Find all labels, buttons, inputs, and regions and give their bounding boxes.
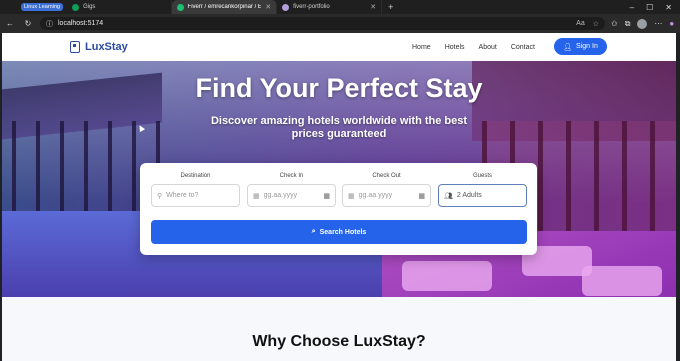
sign-in-label: Sign In — [576, 43, 598, 50]
main-nav: Home Hotels About Contact — [412, 33, 535, 61]
maximize-icon[interactable]: ☐ — [646, 3, 653, 12]
location-pin-icon: ⚲ — [157, 192, 163, 200]
gigs-favicon-icon — [72, 3, 80, 11]
tab-fiverr[interactable]: Fiverr / emrecankorpinar / Edit Gi... ✕ — [172, 0, 278, 14]
brand-logo[interactable]: LuxStay — [70, 41, 128, 53]
window-controls: – ☐ ✕ — [630, 3, 680, 12]
lounge-chair — [582, 266, 662, 296]
guests-field: Guests 👥︎ 2 Adults — [438, 173, 527, 207]
destination-placeholder: Where to? — [166, 192, 199, 199]
nav-home[interactable]: Home — [412, 44, 431, 51]
minimize-icon[interactable]: – — [630, 3, 634, 12]
copilot-icon[interactable]: ● — [669, 19, 674, 28]
search-icon: ⌕ — [311, 228, 316, 235]
more-menu-icon[interactable]: ⋯ — [654, 19, 662, 28]
site-info-icon[interactable]: ⓘ — [46, 19, 53, 29]
user-icon: 👤︎ — [563, 43, 573, 51]
calendar-icon: ▦ — [348, 192, 355, 200]
close-tab-icon[interactable]: ✕ — [265, 3, 271, 11]
favorite-star-icon[interactable]: ☆ — [593, 20, 599, 28]
brand-name: LuxStay — [85, 41, 128, 53]
close-tab-icon[interactable]: ✕ — [370, 3, 376, 11]
nav-about[interactable]: About — [479, 44, 497, 51]
site-header: LuxStay Home Hotels About Contact 👤︎ Sig… — [2, 33, 676, 61]
tab-label: fiverr-portfolio — [293, 4, 330, 10]
hero-section: Find Your Perfect Stay Discover amazing … — [2, 61, 676, 297]
url-text: localhost:5174 — [58, 20, 104, 27]
sign-in-button[interactable]: 👤︎ Sign In — [554, 38, 607, 55]
guests-input[interactable]: 👥︎ 2 Adults — [438, 184, 527, 207]
web-page: LuxStay Home Hotels About Contact 👤︎ Sig… — [2, 33, 676, 361]
checkin-input[interactable]: ▦ gg.aa.yyyy ▦ — [247, 184, 336, 207]
reload-icon[interactable]: ↻ — [22, 19, 34, 28]
date-picker-icon[interactable]: ▦ — [418, 192, 425, 200]
hero-subtitle: Discover amazing hotels worldwide with t… — [210, 115, 468, 140]
nav-contact[interactable]: Contact — [511, 44, 535, 51]
search-button-label: Search Hotels — [319, 228, 367, 236]
destination-input[interactable]: ⚲ Where to? — [151, 184, 240, 207]
fiverr-favicon-icon — [177, 3, 184, 11]
read-aloud-icon[interactable]: Aa — [576, 20, 585, 28]
browser-tab-strip: Linux Learning Gigs Fiverr / emrecankorp… — [0, 0, 680, 14]
checkin-label: Check In — [279, 173, 304, 179]
hotel-building-icon — [70, 41, 80, 53]
hero-title: Find Your Perfect Stay — [195, 73, 483, 103]
address-bar-row: ← ↻ ⓘ localhost:5174 Aa ☆ ✩ ⧉ ⋯ ● — [0, 14, 680, 33]
search-hotels-button[interactable]: ⌕ Search Hotels — [151, 220, 527, 244]
checkin-placeholder: gg.aa.yyyy — [263, 192, 298, 199]
why-heading: Why Choose LuxStay? — [252, 333, 426, 350]
close-window-icon[interactable]: ✕ — [665, 3, 672, 12]
date-picker-icon[interactable]: ▦ — [323, 192, 330, 200]
checkout-label: Check Out — [372, 173, 401, 179]
guests-value: 2 Adults — [456, 192, 482, 199]
nav-hotels[interactable]: Hotels — [445, 44, 465, 51]
checkout-field: Check Out ▦ gg.aa.yyyy ▦ — [342, 173, 431, 207]
favorites-icon[interactable]: ✩ — [611, 19, 618, 28]
portfolio-favicon-icon — [282, 3, 290, 11]
tab-portfolio[interactable]: fiverr-portfolio ✕ — [277, 0, 383, 14]
tab-label: Gigs — [83, 4, 96, 10]
back-icon[interactable]: ← — [4, 19, 16, 28]
tab-label: Fiverr / emrecankorpinar / Edit Gi... — [187, 4, 262, 10]
why-section — [2, 297, 676, 361]
destination-field: Destination ⚲ Where to? — [151, 173, 240, 207]
guests-label: Guests — [472, 173, 492, 179]
profile-avatar[interactable] — [637, 18, 648, 29]
destination-label: Destination — [180, 173, 211, 179]
tab-gigs[interactable]: Gigs — [67, 0, 173, 14]
new-tab-icon[interactable]: + — [382, 2, 399, 12]
checkout-placeholder: gg.aa.yyyy — [358, 192, 393, 199]
tab-group-chip[interactable]: Linux Learning — [21, 3, 64, 11]
collections-icon[interactable]: ⧉ — [625, 19, 631, 29]
checkout-input[interactable]: ▦ gg.aa.yyyy ▦ — [342, 184, 431, 207]
checkin-field: Check In ▦ gg.aa.yyyy ▦ — [247, 173, 336, 207]
search-card: Destination ⚲ Where to? Check In ▦ gg.aa… — [140, 163, 537, 255]
lounge-chair — [402, 261, 492, 291]
url-input[interactable]: ⓘ localhost:5174 Aa ☆ — [40, 17, 605, 30]
people-icon: 👥︎ — [444, 192, 453, 200]
calendar-icon: ▦ — [253, 192, 260, 200]
